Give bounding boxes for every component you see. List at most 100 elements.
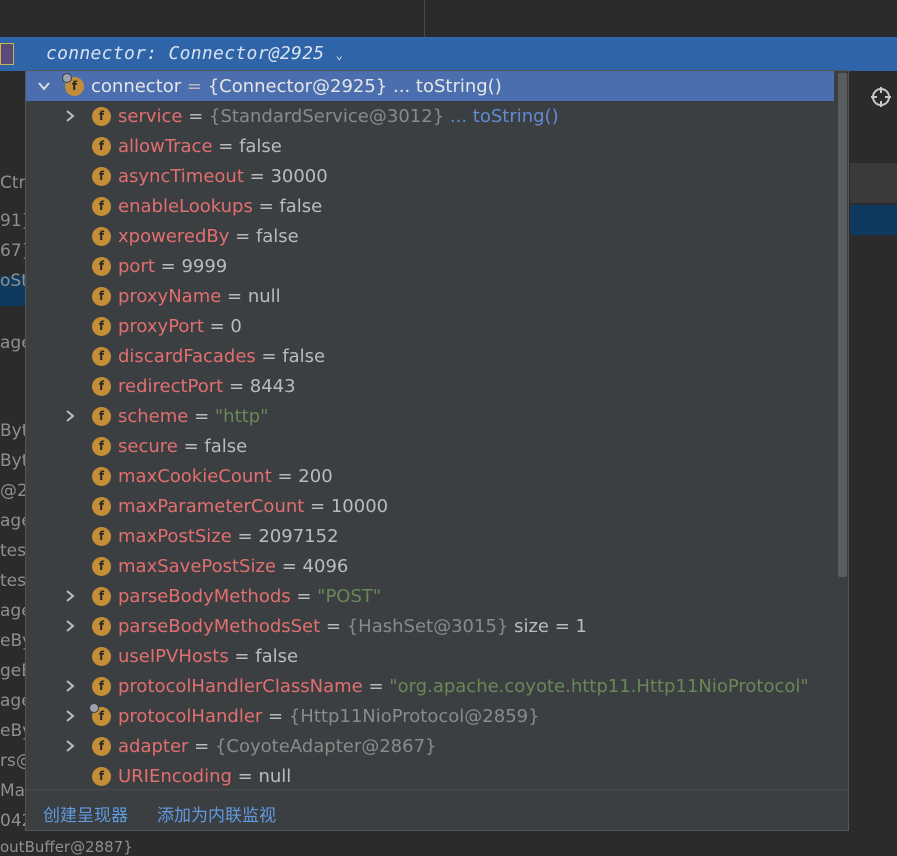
field-icon-letter: f	[98, 409, 105, 423]
tree-row[interactable]: f discardFacades = false	[26, 341, 834, 371]
tree-row-content: secure = false	[118, 436, 247, 457]
field-name: secure	[118, 435, 178, 457]
field-icon-letter: f	[98, 769, 105, 783]
chevron-right-icon[interactable]	[62, 738, 78, 754]
field-icon-letter: f	[98, 589, 105, 603]
background-code-fragment: geB	[0, 661, 26, 681]
tree-row[interactable]: f xpoweredBy = false	[26, 221, 834, 251]
field-icon-letter: f	[98, 199, 105, 213]
tree-row-content: useIPVHosts = false	[118, 646, 298, 667]
tree-row[interactable]: f proxyPort = 0	[26, 311, 834, 341]
field-icon-letter: f	[71, 79, 78, 93]
field-icon-letter: f	[98, 349, 105, 363]
equals-sign: =	[304, 495, 331, 517]
field-icon-letter: f	[98, 109, 105, 123]
chevron-right-icon[interactable]	[62, 708, 78, 724]
tree-row-content: connector = {Connector@2925} ... toStrin…	[91, 76, 502, 97]
tree-row[interactable]: f asyncTimeout = 30000	[26, 161, 834, 191]
popup-scrollbar[interactable]	[835, 71, 848, 789]
field-icon-letter: f	[98, 559, 105, 573]
tree-row-content: proxyPort = 0	[118, 316, 242, 337]
field-icon: f	[92, 436, 111, 456]
background-code-bottom: outBuffer@2887}	[0, 838, 133, 856]
tree-row[interactable]: f secure = false	[26, 431, 834, 461]
chevron-right-icon[interactable]	[62, 588, 78, 604]
chevron-right-icon[interactable]	[62, 408, 78, 424]
inline-hint-text[interactable]: connector: Connector@2925 ⌄	[46, 43, 343, 64]
field-icon: f	[92, 466, 111, 486]
field-icon: f	[92, 226, 111, 246]
tree-row[interactable]: f maxCookieCount = 200	[26, 461, 834, 491]
tree-row[interactable]: f redirectPort = 8443	[26, 371, 834, 401]
field-name: maxPostSize	[118, 525, 232, 547]
tree-row-content: port = 9999	[118, 256, 227, 277]
equals-sign: =	[181, 75, 208, 97]
field-icon: f	[92, 406, 111, 426]
field-value: 0	[230, 315, 242, 337]
equals-sign: =	[320, 615, 347, 637]
field-name: port	[118, 255, 155, 277]
tree-row[interactable]: f adapter = {CoyoteAdapter@2867}	[26, 731, 834, 761]
tree-row[interactable]: f enableLookups = false	[26, 191, 834, 221]
field-value: 4096	[302, 555, 349, 577]
background-code-fragment: age	[0, 333, 26, 353]
field-value: 30000	[270, 165, 328, 187]
tree-row[interactable]: f scheme = "http"	[26, 401, 834, 431]
background-code-fragment: Byte	[0, 421, 26, 441]
tree-row[interactable]: f allowTrace = false	[26, 131, 834, 161]
field-value: "http"	[214, 405, 269, 427]
tree-row[interactable]: f protocolHandlerClassName = "org.apache.…	[26, 671, 834, 701]
tostring-link[interactable]: ... toString()	[450, 106, 559, 127]
field-name: allowTrace	[118, 135, 213, 157]
field-value: false	[255, 225, 299, 247]
tree-row[interactable]: f proxyName = null	[26, 281, 834, 311]
add-inline-watch-link[interactable]: 添加为内联监视	[157, 801, 276, 826]
tree-row[interactable]: f useIPVHosts = false	[26, 641, 834, 671]
field-badge-icon	[62, 72, 72, 83]
tree-row[interactable]: f maxParameterCount = 10000	[26, 491, 834, 521]
field-icon: f	[92, 586, 111, 606]
tostring-link[interactable]: ... toString()	[393, 76, 502, 97]
field-value: {Connector@2925}	[207, 75, 388, 97]
tree-root-row[interactable]: f connector = {Connector@2925} ... toStri…	[26, 71, 834, 101]
tree-row[interactable]: f protocolHandler = {Http11NioProtocol@28…	[26, 701, 834, 731]
field-icon-letter: f	[98, 529, 105, 543]
tree-row-content: maxCookieCount = 200	[118, 466, 333, 487]
chevron-down-icon[interactable]	[36, 78, 52, 94]
inline-value-hint[interactable]: connector: Connector@2925 ⌄	[0, 37, 897, 71]
field-value: false	[282, 345, 326, 367]
chevron-right-icon[interactable]	[62, 618, 78, 634]
tree-row[interactable]: f port = 9999	[26, 251, 834, 281]
field-name: xpoweredBy	[118, 225, 230, 247]
tree-row-content: maxParameterCount = 10000	[118, 496, 388, 517]
chevron-right-icon[interactable]	[62, 678, 78, 694]
field-icon-letter: f	[98, 739, 105, 753]
tree-row[interactable]: f maxPostSize = 2097152	[26, 521, 834, 551]
tree-row[interactable]: f parseBodyMethods = "POST"	[26, 581, 834, 611]
tree-row[interactable]: f service = {StandardService@3012} ... to…	[26, 101, 834, 131]
field-value: 200	[298, 465, 333, 487]
equals-sign: =	[276, 555, 303, 577]
chevron-down-icon[interactable]: ⌄	[336, 48, 344, 62]
equals-sign: =	[212, 135, 240, 157]
field-icon-letter: f	[98, 499, 105, 513]
field-value: {CoyoteAdapter@2867}	[214, 735, 437, 757]
scrollbar-thumb[interactable]	[838, 73, 847, 577]
field-icon: f	[92, 676, 111, 696]
background-code-fragment: 67}	[0, 241, 26, 261]
field-name: parseBodyMethods	[118, 585, 291, 607]
field-value: {HashSet@3015}	[346, 615, 509, 637]
equals-sign: =	[243, 165, 271, 187]
create-renderer-link[interactable]: 创建呈现器	[43, 801, 128, 826]
background-code-left: Ctr 91} 67} oSt age Byte Byte @2 age tes tes(age eB…	[0, 71, 26, 855]
tree-row-content: service = {StandardService@3012} ... toS…	[118, 106, 559, 127]
tree-row-content: redirectPort = 8443	[118, 376, 296, 397]
crosshair-icon[interactable]	[870, 86, 892, 108]
field-value: 2097152	[258, 525, 339, 547]
field-value: "org.apache.coyote.http11.Http11NioProto…	[389, 675, 809, 697]
tree-row[interactable]: f parseBodyMethodsSet = {HashSet@3015} si…	[26, 611, 834, 641]
tree-row[interactable]: f maxSavePostSize = 4096	[26, 551, 834, 581]
chevron-right-icon[interactable]	[62, 108, 78, 124]
field-value: 9999	[181, 255, 228, 277]
tree-row[interactable]: f URIEncoding = null	[26, 761, 834, 789]
